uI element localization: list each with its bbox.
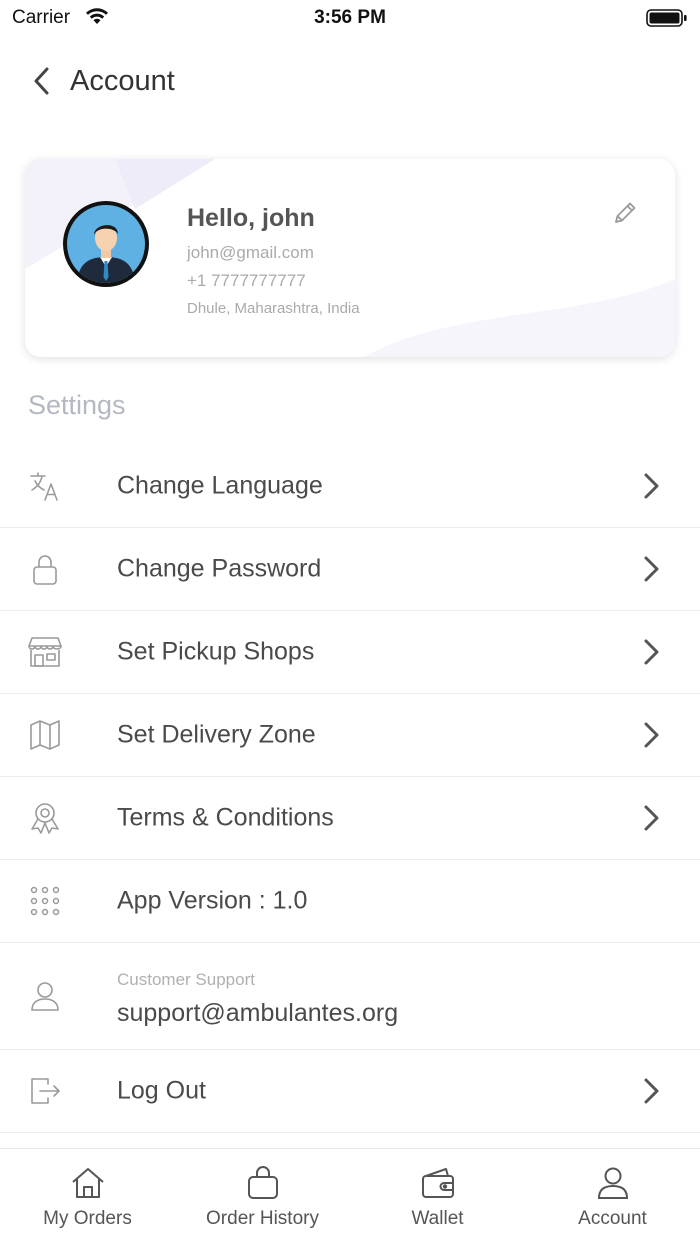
customer-support-label: Customer Support xyxy=(117,970,255,989)
chevron-right-icon xyxy=(644,639,659,665)
translate-icon xyxy=(27,468,63,504)
chevron-right-icon xyxy=(644,722,659,748)
profile-greeting: Hello, john xyxy=(187,204,315,232)
tab-my-orders[interactable]: My Orders xyxy=(0,1149,175,1244)
clock-time: 3:56 PM xyxy=(314,7,386,28)
chevron-right-icon xyxy=(644,473,659,499)
map-icon xyxy=(27,717,63,753)
change-language-label: Change Language xyxy=(117,471,323,500)
app-header: Account xyxy=(0,55,700,111)
tab-wallet-label: Wallet xyxy=(411,1208,464,1229)
app-version-label: App Version : 1.0 xyxy=(117,886,308,915)
profile-email: john@gmail.com xyxy=(187,243,314,262)
change-password-label: Change Password xyxy=(117,554,322,583)
profile-card: Hello, john john@gmail.com +1 7777777777… xyxy=(25,159,675,357)
customer-support-row[interactable]: Customer Support support@ambulantes.org xyxy=(0,943,700,1050)
support-email-link[interactable]: support@ambulantes.org xyxy=(117,999,398,1028)
log-out-label: Log Out xyxy=(117,1076,206,1105)
user-icon xyxy=(597,1167,628,1199)
battery-icon xyxy=(646,8,688,33)
back-button[interactable] xyxy=(26,65,58,97)
tab-order-history[interactable]: Order History xyxy=(175,1149,350,1244)
bag-icon xyxy=(247,1166,278,1199)
page-title: Account xyxy=(70,65,175,97)
tab-account[interactable]: Account xyxy=(525,1149,700,1244)
log-out-row[interactable]: Log Out xyxy=(0,1050,700,1133)
chevron-right-icon xyxy=(644,1078,659,1104)
settings-list: Change Language Change Password Set Pick… xyxy=(0,445,700,1133)
status-bar: Carrier 3:56 PM xyxy=(0,0,700,40)
pencil-icon xyxy=(615,202,636,223)
grid-dots-icon xyxy=(27,883,63,919)
logout-icon xyxy=(27,1073,63,1109)
chevron-right-icon xyxy=(644,805,659,831)
tab-wallet[interactable]: Wallet xyxy=(350,1149,525,1244)
chevron-left-icon xyxy=(34,67,49,95)
store-icon xyxy=(27,634,63,670)
terms-conditions-row[interactable]: Terms & Conditions xyxy=(0,777,700,860)
award-icon xyxy=(27,800,63,836)
wallet-icon xyxy=(421,1168,454,1198)
chevron-right-icon xyxy=(644,556,659,582)
profile-phone: +1 7777777777 xyxy=(187,271,306,290)
tab-my-orders-label: My Orders xyxy=(43,1208,132,1229)
home-icon xyxy=(71,1168,104,1198)
settings-heading: Settings xyxy=(28,390,126,420)
lock-icon xyxy=(27,551,63,587)
app-version-row: App Version : 1.0 xyxy=(0,860,700,943)
set-delivery-zone-label: Set Delivery Zone xyxy=(117,720,316,749)
profile-address: Dhule, Maharashtra, India xyxy=(187,300,360,317)
set-delivery-zone-row[interactable]: Set Delivery Zone xyxy=(0,694,700,777)
user-icon xyxy=(27,978,63,1014)
change-password-row[interactable]: Change Password xyxy=(0,528,700,611)
change-language-row[interactable]: Change Language xyxy=(0,445,700,528)
set-pickup-shops-label: Set Pickup Shops xyxy=(117,637,315,666)
avatar xyxy=(63,201,149,287)
edit-profile-button[interactable] xyxy=(611,199,639,227)
tab-account-label: Account xyxy=(578,1208,647,1229)
set-pickup-shops-row[interactable]: Set Pickup Shops xyxy=(0,611,700,694)
bottom-tab-bar: My Orders Order History Wallet Account xyxy=(0,1148,700,1244)
terms-conditions-label: Terms & Conditions xyxy=(117,803,334,832)
tab-order-history-label: Order History xyxy=(206,1208,319,1229)
